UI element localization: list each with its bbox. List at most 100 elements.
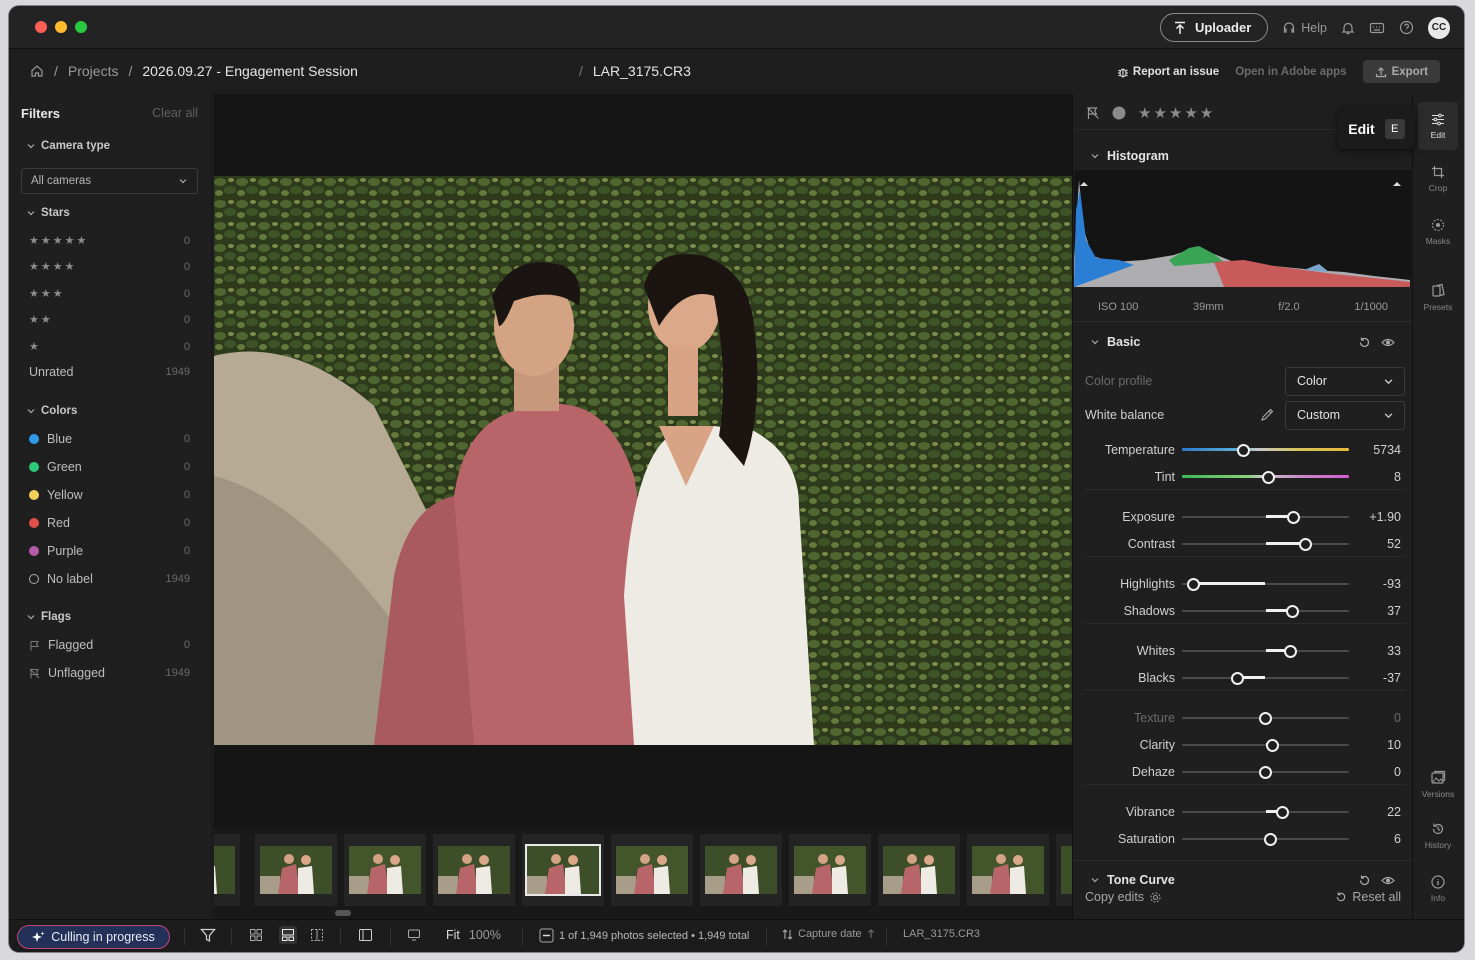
filter-icon[interactable] [200, 928, 216, 943]
highlights-slider[interactable]: Highlights -93 [1085, 574, 1405, 594]
flag-filter-flagged[interactable]: Flagged 0 [29, 638, 190, 652]
clarity-value[interactable]: 10 [1387, 738, 1401, 752]
blacks-value[interactable]: -37 [1383, 671, 1401, 685]
texture-value[interactable]: 0 [1394, 711, 1401, 725]
stars-section-toggle[interactable]: Stars [27, 207, 70, 219]
copy-edits-button[interactable]: Copy edits [1085, 890, 1161, 904]
color-filter-green[interactable]: Green 0 [29, 460, 190, 474]
panel-toggle-icon[interactable] [358, 928, 373, 942]
star-filter-5[interactable]: ★★★★★ 0 [29, 234, 190, 248]
contrast-value[interactable]: 52 [1387, 537, 1401, 551]
color-filter-red[interactable]: Red 0 [29, 516, 190, 530]
bell-icon[interactable] [1341, 21, 1355, 35]
culling-status-button[interactable]: Culling in progress [17, 925, 170, 949]
zoom-control[interactable]: Fit 100% [446, 928, 501, 942]
color-filter-yellow[interactable]: Yellow 0 [29, 488, 190, 502]
flags-section-toggle[interactable]: Flags [27, 611, 71, 623]
filmstrip-thumbnail[interactable] [967, 834, 1049, 906]
whites-value[interactable]: 33 [1387, 644, 1401, 658]
deselect-icon[interactable] [539, 928, 554, 943]
report-issue-button[interactable]: Report an issue [1117, 66, 1219, 78]
highlights-value[interactable]: -93 [1383, 577, 1401, 591]
filmstrip-thumbnail[interactable] [878, 834, 960, 906]
whites-slider[interactable]: Whites 33 [1085, 641, 1405, 661]
saturation-value[interactable]: 6 [1394, 832, 1401, 846]
sort-control[interactable]: Capture date [782, 928, 875, 940]
filmstrip[interactable] [214, 830, 1072, 919]
loupe-view-icon[interactable] [279, 926, 297, 944]
white-balance-dropdown[interactable]: Custom [1285, 400, 1405, 430]
star-filter-2[interactable]: ★★ 0 [29, 313, 190, 327]
blacks-slider[interactable]: Blacks -37 [1085, 668, 1405, 688]
dehaze-slider[interactable]: Dehaze 0 [1085, 762, 1405, 782]
filmstrip-thumbnail[interactable] [1056, 834, 1072, 906]
tab-crop[interactable]: Crop [1418, 155, 1458, 203]
breadcrumb-project[interactable]: 2026.09.27 - Engagement Session [142, 63, 358, 79]
histogram-section-toggle[interactable]: Histogram [1091, 149, 1169, 163]
clarity-slider[interactable]: Clarity 10 [1085, 735, 1405, 755]
clarity-handle[interactable] [1265, 739, 1279, 752]
tab-masks[interactable]: Masks [1418, 208, 1458, 256]
filmstrip-thumbnail[interactable] [433, 834, 515, 906]
colors-section-toggle[interactable]: Colors [27, 405, 77, 417]
clear-all-button[interactable]: Clear all [152, 106, 198, 121]
open-in-adobe-button[interactable]: Open in Adobe apps [1235, 66, 1346, 78]
contrast-handle[interactable] [1299, 538, 1313, 551]
dehaze-handle[interactable] [1259, 766, 1272, 779]
color-profile-dropdown[interactable]: Color [1285, 366, 1405, 396]
tab-edit[interactable]: Edit [1418, 102, 1458, 150]
temperature-value[interactable]: 5734 [1373, 443, 1401, 457]
filmstrip-thumbnail[interactable] [789, 834, 871, 906]
star-filter-unrated[interactable]: Unrated 1949 [29, 365, 190, 379]
grid-view-icon[interactable] [249, 928, 263, 942]
star-filter-3[interactable]: ★★★ 0 [29, 287, 190, 301]
camera-type-section-toggle[interactable]: Camera type [27, 140, 110, 152]
whites-handle[interactable] [1284, 645, 1298, 658]
filmstrip-thumbnail-selected[interactable] [522, 834, 604, 906]
minimize-window-button[interactable] [55, 21, 67, 33]
main-photo[interactable] [214, 176, 1072, 745]
vibrance-slider[interactable]: Vibrance 22 [1085, 802, 1405, 822]
close-window-button[interactable] [35, 21, 47, 33]
texture-slider[interactable]: Texture 0 [1085, 708, 1405, 728]
filmstrip-thumbnail[interactable] [214, 834, 240, 906]
display-icon[interactable] [407, 928, 421, 942]
exposure-slider[interactable]: Exposure +1.90 [1085, 507, 1405, 527]
keyboard-icon[interactable] [1369, 21, 1385, 35]
compare-view-icon[interactable] [310, 928, 324, 942]
color-label-icon[interactable] [1112, 106, 1126, 120]
export-button[interactable]: Export [1362, 60, 1440, 83]
color-filter-no-label[interactable]: No label 1949 [29, 572, 190, 586]
saturation-slider[interactable]: Saturation 6 [1085, 829, 1405, 849]
shadows-slider[interactable]: Shadows 37 [1085, 601, 1405, 621]
filmstrip-scrollbar[interactable] [335, 910, 351, 916]
photo-viewer[interactable] [214, 94, 1072, 830]
tint-handle[interactable] [1262, 471, 1276, 484]
blacks-handle[interactable] [1230, 672, 1244, 685]
tab-history[interactable]: History [1418, 812, 1458, 860]
help-circle-icon[interactable] [1399, 20, 1414, 35]
tint-slider[interactable]: Tint 8 [1085, 467, 1405, 487]
uploader-button[interactable]: Uploader [1159, 13, 1269, 42]
texture-handle[interactable] [1259, 712, 1272, 725]
eye-icon[interactable] [1381, 874, 1395, 887]
breadcrumb-projects[interactable]: Projects [68, 63, 119, 79]
maximize-window-button[interactable] [75, 21, 87, 33]
rating-stars[interactable]: ★★★★★ [1138, 104, 1215, 122]
camera-type-select[interactable]: All cameras [21, 168, 198, 194]
exposure-value[interactable]: +1.90 [1369, 510, 1401, 524]
temperature-track[interactable] [1182, 448, 1349, 451]
saturation-handle[interactable] [1264, 833, 1277, 846]
reset-all-button[interactable]: Reset all [1335, 890, 1401, 904]
dehaze-value[interactable]: 0 [1394, 765, 1401, 779]
home-icon[interactable] [30, 64, 44, 78]
temperature-handle[interactable] [1237, 444, 1251, 457]
filmstrip-thumbnail[interactable] [611, 834, 693, 906]
star-filter-4[interactable]: ★★★★ 0 [29, 260, 190, 274]
color-filter-purple[interactable]: Purple 0 [29, 544, 190, 558]
basic-section-toggle[interactable]: Basic [1091, 335, 1140, 349]
unflag-icon[interactable] [1086, 106, 1100, 120]
exposure-handle[interactable] [1287, 511, 1301, 524]
reset-icon[interactable] [1358, 336, 1371, 349]
shadows-value[interactable]: 37 [1387, 604, 1401, 618]
